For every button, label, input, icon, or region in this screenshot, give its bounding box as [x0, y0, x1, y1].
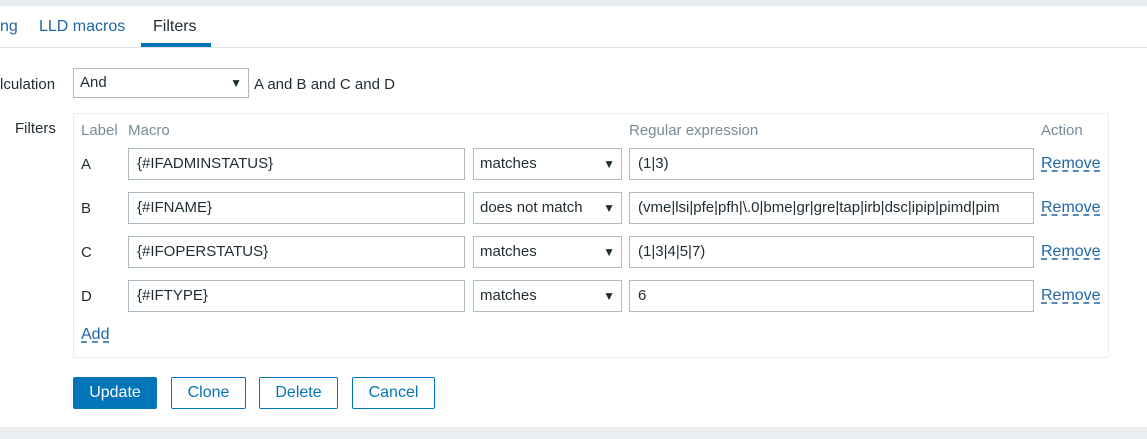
macro-input[interactable]: {#IFOPERSTATUS} — [128, 236, 465, 268]
header-regex: Regular expression — [629, 122, 759, 139]
dropdown-arrow-icon: ▼ — [603, 157, 615, 171]
cancel-button[interactable]: Cancel — [352, 377, 435, 409]
operator-select[interactable]: does not match ▼ — [473, 192, 622, 224]
tab-mapping[interactable]: ng — [0, 18, 18, 36]
operator-select[interactable]: matches ▼ — [473, 280, 622, 312]
row-label: B — [81, 200, 92, 217]
operator-select[interactable]: matches ▼ — [473, 236, 622, 268]
form-panel: ng LLD macros Filters lculation And ▼ A … — [0, 6, 1147, 427]
operator-value: matches — [480, 287, 537, 304]
regex-input[interactable]: 6 — [629, 280, 1034, 312]
calculation-label: lculation — [0, 76, 56, 93]
remove-link[interactable]: Remove — [1041, 199, 1101, 217]
delete-button[interactable]: Delete — [259, 377, 338, 409]
calculation-select[interactable]: And ▼ — [73, 68, 249, 98]
row-label: A — [81, 156, 92, 173]
remove-link[interactable]: Remove — [1041, 287, 1101, 305]
active-tab-indicator — [141, 43, 211, 47]
regex-input[interactable]: (vme|lsi|pfe|pfh|\.0|bme|gr|gre|tap|irb|… — [629, 192, 1034, 224]
clone-button[interactable]: Clone — [171, 377, 246, 409]
tab-bar: ng LLD macros Filters — [0, 6, 1147, 48]
filters-label: Filters — [15, 120, 56, 137]
regex-input[interactable]: (1|3|4|5|7) — [629, 236, 1034, 268]
update-button[interactable]: Update — [73, 377, 157, 409]
calculation-value: And — [80, 74, 107, 91]
row-label: C — [81, 244, 92, 261]
header-action: Action — [1041, 122, 1083, 139]
dropdown-arrow-icon: ▼ — [603, 245, 615, 259]
tab-lld-macros[interactable]: LLD macros — [39, 18, 125, 36]
dropdown-arrow-icon: ▼ — [230, 76, 242, 90]
macro-input[interactable]: {#IFTYPE} — [128, 280, 465, 312]
add-filter-link[interactable]: Add — [81, 326, 109, 344]
calculation-formula: A and B and C and D — [254, 76, 395, 93]
remove-link[interactable]: Remove — [1041, 243, 1101, 261]
remove-link[interactable]: Remove — [1041, 155, 1101, 173]
macro-input[interactable]: {#IFNAME} — [128, 192, 465, 224]
header-macro: Macro — [128, 122, 170, 139]
dropdown-arrow-icon: ▼ — [603, 201, 615, 215]
operator-value: matches — [480, 155, 537, 172]
operator-value: matches — [480, 243, 537, 260]
operator-value: does not match — [480, 199, 583, 216]
dropdown-arrow-icon: ▼ — [603, 289, 615, 303]
tab-filters[interactable]: Filters — [153, 18, 197, 36]
row-label: D — [81, 288, 92, 305]
header-label: Label — [81, 122, 118, 139]
macro-input[interactable]: {#IFADMINSTATUS} — [128, 148, 465, 180]
regex-input[interactable]: (1|3) — [629, 148, 1034, 180]
operator-select[interactable]: matches ▼ — [473, 148, 622, 180]
